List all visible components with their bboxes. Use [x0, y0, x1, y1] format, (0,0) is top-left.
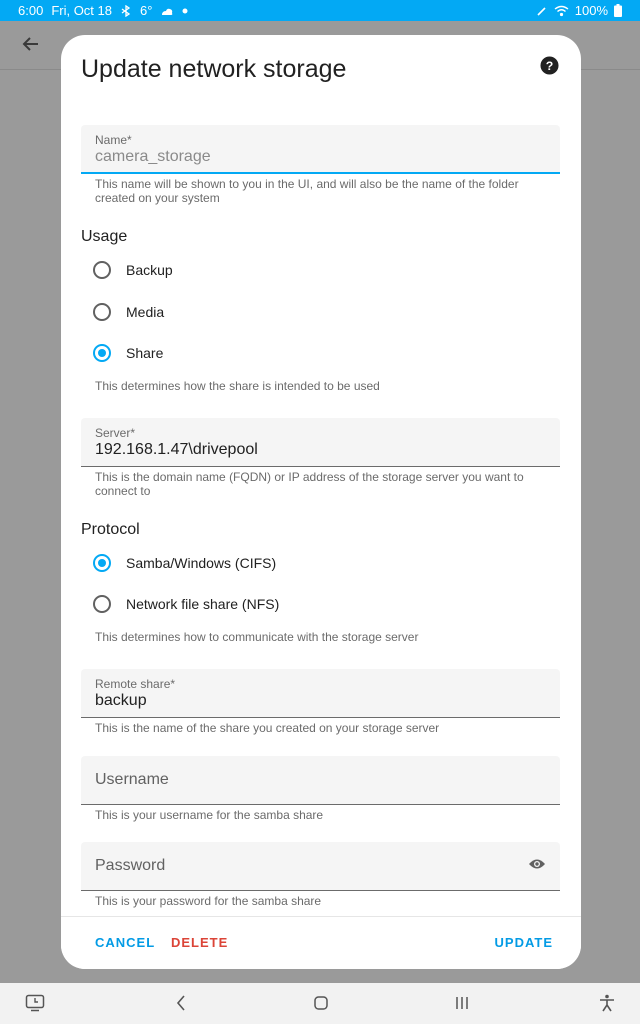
nav-home-icon[interactable] [313, 994, 329, 1017]
name-helper-text: This name will be shown to you in the UI… [95, 177, 519, 205]
password-placeholder: Password [95, 857, 166, 874]
bluetooth-icon [120, 4, 132, 17]
usage-backup-radio[interactable] [93, 261, 111, 279]
screen-record-icon[interactable] [25, 994, 45, 1017]
username-field[interactable]: Username [81, 756, 560, 805]
show-password-eye-icon[interactable] [528, 857, 546, 876]
usage-share-radio[interactable] [93, 344, 111, 362]
svg-text:?: ? [546, 59, 554, 73]
weather-icon [160, 5, 174, 17]
usage-option-backup[interactable]: Backup [93, 258, 173, 282]
dialog-title: Update network storage [81, 55, 347, 83]
protocol-cifs-radio[interactable] [93, 554, 111, 572]
pen-icon [536, 5, 548, 17]
usage-share-label: Share [126, 345, 164, 361]
remote-share-field-value: backup [95, 692, 147, 709]
update-button[interactable]: UPDATE [495, 935, 553, 950]
status-date: Fri, Oct 18 [51, 3, 112, 18]
usage-media-radio[interactable] [93, 303, 111, 321]
usage-option-media[interactable]: Media [93, 300, 164, 324]
protocol-cifs-label: Samba/Windows (CIFS) [126, 555, 277, 571]
server-field-label: Server* [95, 426, 136, 440]
remote-share-helper-text: This is the name of the share you create… [95, 721, 440, 735]
help-icon[interactable]: ? [540, 56, 559, 80]
protocol-option-nfs[interactable]: Network file share (NFS) [93, 592, 279, 616]
usage-helper-text: This determines how the share is intende… [95, 379, 380, 393]
name-field[interactable]: Name* camera_storage [81, 125, 560, 174]
update-network-storage-dialog: Update network storage ? Name* camera_st… [61, 35, 581, 969]
usage-backup-label: Backup [126, 262, 173, 278]
notification-dot-icon [182, 8, 188, 14]
remote-share-field[interactable]: Remote share* backup [81, 669, 560, 718]
protocol-helper-text: This determines how to communicate with … [95, 630, 419, 644]
protocol-nfs-label: Network file share (NFS) [126, 596, 280, 612]
wifi-icon [554, 5, 569, 17]
server-helper-text: This is the domain name (FQDN) or IP add… [95, 470, 524, 498]
status-battery: 100% [574, 3, 608, 18]
nav-recents-icon[interactable] [454, 994, 470, 1017]
status-temperature: 6° [140, 3, 153, 18]
server-field[interactable]: Server* 192.168.1.47\drivepool [81, 418, 560, 467]
protocol-section-title: Protocol [81, 521, 140, 538]
remote-share-field-label: Remote share* [95, 677, 176, 691]
password-helper-text: This is your password for the samba shar… [95, 894, 322, 908]
server-field-value: 192.168.1.47\drivepool [95, 441, 258, 458]
status-time: 6:00 [18, 3, 44, 18]
protocol-nfs-radio[interactable] [93, 595, 111, 613]
delete-button[interactable]: DELETE [171, 935, 228, 950]
username-placeholder: Username [95, 771, 169, 788]
nav-back-icon[interactable] [175, 994, 187, 1017]
usage-option-share[interactable]: Share [93, 341, 163, 365]
usage-section-title: Usage [81, 228, 128, 245]
battery-icon [614, 4, 622, 17]
back-arrow-icon[interactable] [20, 33, 42, 60]
username-helper-text: This is your username for the samba shar… [95, 808, 324, 822]
accessibility-icon[interactable] [598, 994, 616, 1017]
navigation-bar [0, 983, 640, 1024]
password-field[interactable]: Password [81, 842, 560, 891]
status-bar: 6:00 Fri, Oct 18 6° 100% [0, 0, 640, 21]
usage-media-label: Media [126, 304, 165, 320]
name-field-value: camera_storage [95, 148, 211, 165]
protocol-option-cifs[interactable]: Samba/Windows (CIFS) [93, 551, 276, 575]
name-field-label: Name* [95, 133, 132, 147]
dialog-actions: CANCEL DELETE UPDATE [61, 916, 581, 969]
cancel-button[interactable]: CANCEL [95, 935, 155, 950]
